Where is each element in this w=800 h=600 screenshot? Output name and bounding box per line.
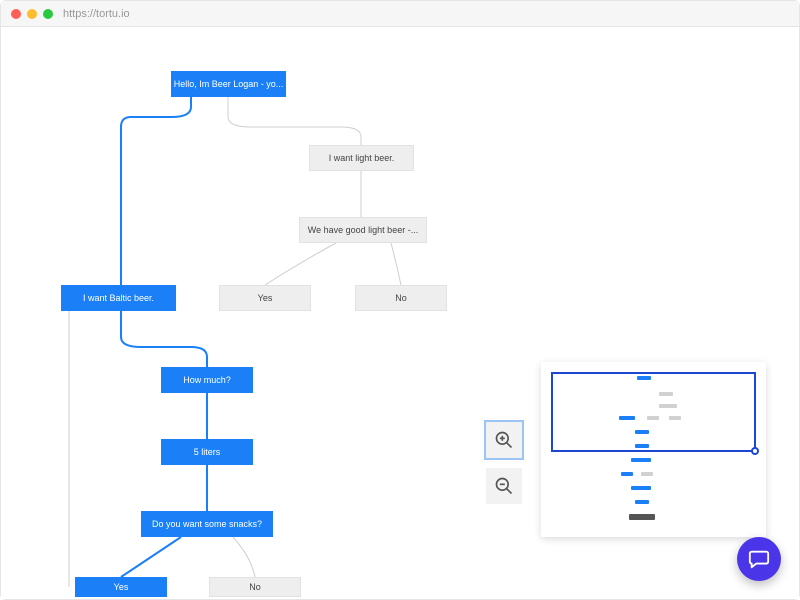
node-label: I want light beer. [329,153,395,164]
zoom-out-icon [494,476,514,496]
minimap-node [669,416,681,420]
minimap[interactable] [541,362,766,537]
maximize-icon[interactable] [43,9,53,19]
minimap-node [637,376,651,380]
zoom-out-button[interactable] [486,468,522,504]
node-good-light[interactable]: We have good light beer -... [299,217,427,243]
minimap-node [635,430,649,434]
minimap-node [631,486,651,490]
flow-canvas[interactable]: Hello, Im Beer Logan - yo... I want ligh… [1,27,799,599]
node-label: Do you want some snacks? [152,519,262,530]
node-label: No [249,582,261,593]
node-want-light[interactable]: I want light beer. [309,145,414,171]
minimap-node [647,416,659,420]
minimap-node [631,458,651,462]
browser-titlebar: https://tortu.io [1,1,799,27]
minimap-node [621,472,633,476]
node-want-baltic[interactable]: I want Baltic beer. [61,285,176,311]
minimap-node [641,472,653,476]
minimap-node [619,416,635,420]
node-how-much[interactable]: How much? [161,367,253,393]
node-five-liters[interactable]: 5 liters [161,439,253,465]
node-label: No [395,293,407,304]
node-label: 5 liters [194,447,221,458]
chat-icon [748,548,770,570]
chat-widget-button[interactable] [737,537,781,581]
node-light-yes[interactable]: Yes [219,285,311,311]
node-light-no[interactable]: No [355,285,447,311]
minimap-node [659,404,677,408]
minimap-viewport[interactable] [551,372,756,452]
zoom-in-icon [494,430,514,450]
close-icon[interactable] [11,9,21,19]
minimap-node [659,392,673,396]
minimap-node [635,444,649,448]
minimize-icon[interactable] [27,9,37,19]
node-label: Yes [114,582,129,593]
node-label: We have good light beer -... [308,225,418,236]
node-label: I want Baltic beer. [83,293,154,304]
address-url: https://tortu.io [63,8,130,20]
node-snacks-yes[interactable]: Yes [75,577,167,597]
window-controls [11,9,53,19]
minimap-resize-handle[interactable] [751,447,759,455]
node-hello[interactable]: Hello, Im Beer Logan - yo... [171,71,286,97]
node-want-snacks[interactable]: Do you want some snacks? [141,511,273,537]
node-label: Yes [258,293,273,304]
zoom-controls [486,422,522,504]
minimap-node [635,500,649,504]
node-snacks-no[interactable]: No [209,577,301,597]
node-label: Hello, Im Beer Logan - yo... [174,79,284,90]
zoom-in-button[interactable] [486,422,522,458]
minimap-node [629,514,655,520]
node-label: How much? [183,375,231,386]
